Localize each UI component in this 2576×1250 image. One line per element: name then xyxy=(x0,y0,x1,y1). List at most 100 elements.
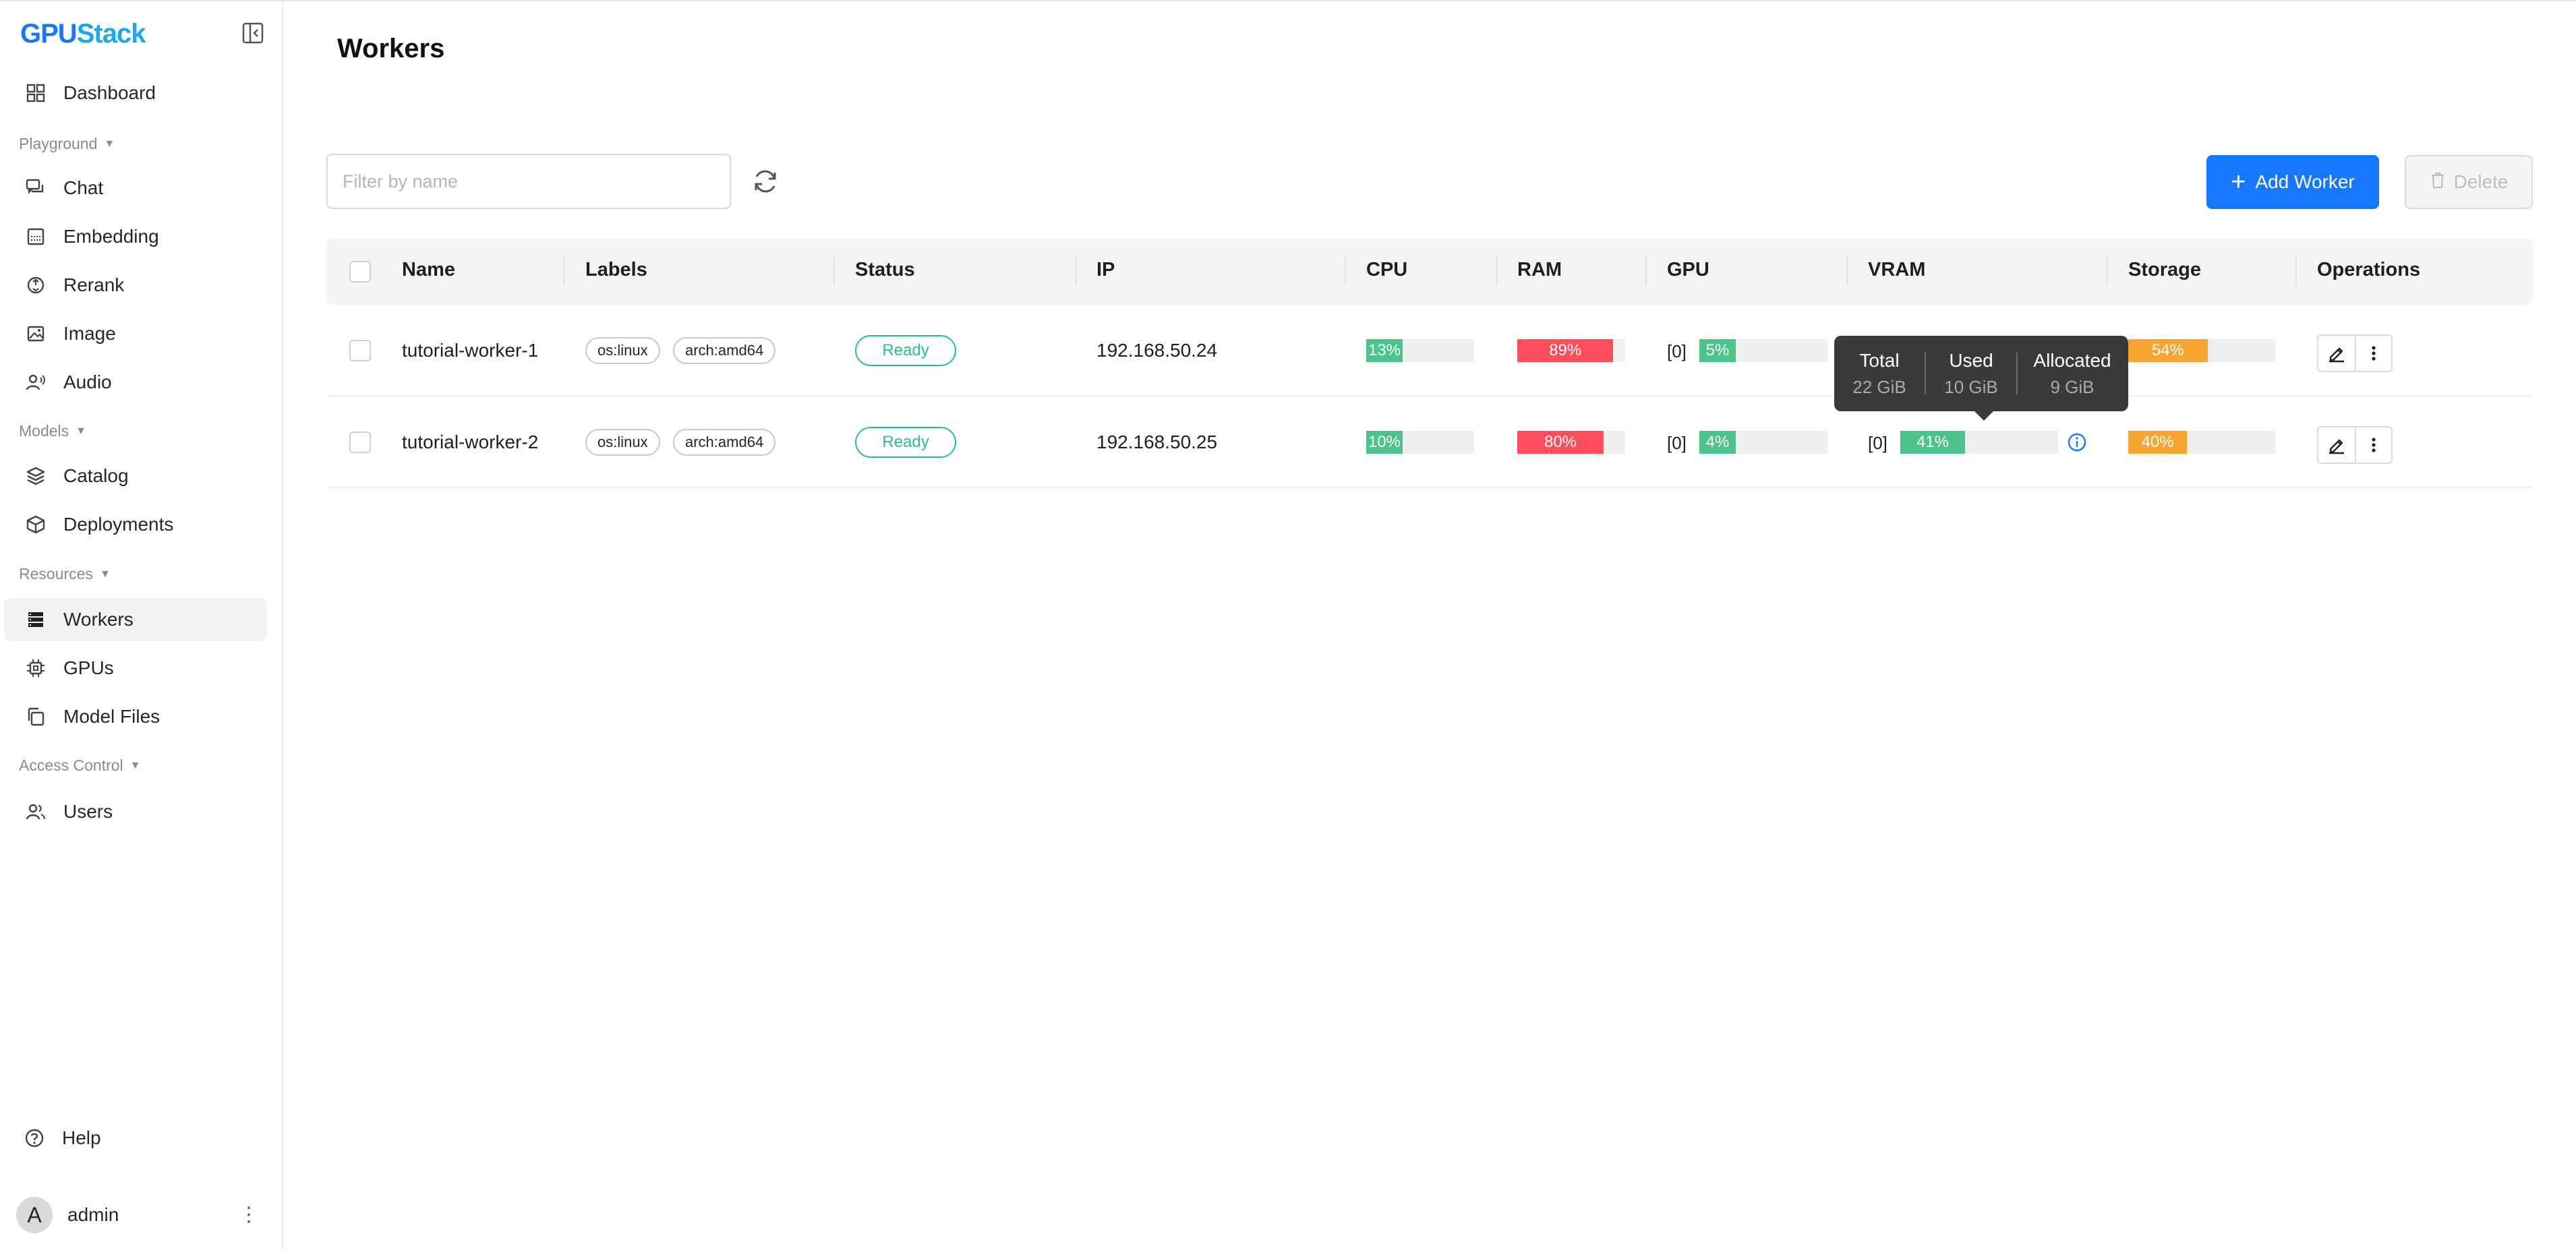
tooltip-arrow xyxy=(1973,410,1995,421)
plus-icon: + xyxy=(2231,168,2246,196)
ram-usage-bar: 80% xyxy=(1517,431,1625,454)
col-labels: Labels xyxy=(585,259,647,280)
gpu-usage-fill: 5% xyxy=(1699,339,1736,362)
column-divider xyxy=(1645,258,1647,286)
more-vertical-icon[interactable]: ⋮ xyxy=(239,1203,259,1226)
nav-group-playground[interactable]: Playground ▼ xyxy=(19,135,115,153)
tooltip-allocated: Allocated 9 GiB xyxy=(2033,349,2111,397)
ram-usage-bar: 89% xyxy=(1517,339,1625,362)
sidebar-item-label: Workers xyxy=(63,609,134,630)
vram-usage-bar[interactable]: 41% xyxy=(1900,431,2058,454)
ram-usage-fill: 89% xyxy=(1517,339,1614,362)
row-operations xyxy=(2317,334,2393,372)
refresh-icon[interactable] xyxy=(750,166,781,197)
info-circle-icon[interactable] xyxy=(2066,431,2088,453)
storage-usage-bar: 40% xyxy=(2128,431,2275,454)
sidebar-item-label: Embedding xyxy=(63,226,159,247)
sidebar-item-image[interactable]: Image xyxy=(4,312,267,355)
select-all-checkbox[interactable] xyxy=(349,261,371,282)
table-row[interactable]: tutorial-worker-1 os:linux arch:amd64 Re… xyxy=(326,305,2533,396)
sidebar-item-label: Dashboard xyxy=(63,82,156,103)
status-badge: Ready xyxy=(855,427,956,458)
sidebar-item-label: Deployments xyxy=(63,514,174,535)
user-name: admin xyxy=(67,1204,119,1225)
column-divider xyxy=(1075,258,1076,286)
col-name[interactable]: Name xyxy=(402,259,455,281)
trash-icon xyxy=(2430,171,2446,194)
column-divider xyxy=(2295,258,2297,286)
storage-usage-fill: 40% xyxy=(2128,431,2188,454)
help-link[interactable]: Help xyxy=(24,1127,101,1149)
table-header: Name Labels Status IP CPU RAM GPU VRAM S… xyxy=(326,239,2533,305)
delete-button[interactable]: Delete xyxy=(2405,155,2533,209)
cpu-usage-bar: 10% xyxy=(1366,431,1474,454)
cpu-usage-fill: 10% xyxy=(1366,431,1403,454)
gpu-index: [0] xyxy=(1667,341,1687,361)
vram-usage-fill: 41% xyxy=(1900,431,1965,454)
edit-icon[interactable] xyxy=(2318,427,2355,463)
filter-by-name-input[interactable] xyxy=(326,154,731,209)
sidebar-item-gpus[interactable]: GPUs xyxy=(4,647,267,690)
table-row[interactable]: tutorial-worker-2 os:linux arch:amd64 Re… xyxy=(326,396,2533,488)
edit-icon[interactable] xyxy=(2318,336,2355,371)
sidebar-item-catalog[interactable]: Catalog xyxy=(4,454,267,498)
sidebar-item-audio[interactable]: Audio xyxy=(4,361,267,404)
more-vertical-icon[interactable] xyxy=(2354,336,2391,371)
col-ram: RAM xyxy=(1517,259,1562,280)
col-ip: IP xyxy=(1096,259,1115,280)
col-storage: Storage xyxy=(2128,259,2201,280)
nav-group-models[interactable]: Models ▼ xyxy=(19,422,86,440)
question-circle-icon xyxy=(24,1128,45,1148)
sidebar-item-chat[interactable]: Chat xyxy=(4,167,267,210)
server-icon xyxy=(26,609,46,630)
sidebar: GPUStack Dashboard Playground ▼ Chat Embe… xyxy=(0,1,283,1250)
sidebar-item-deployments[interactable]: Deployments xyxy=(4,503,267,546)
sidebar-item-label: Audio xyxy=(63,371,112,392)
caret-down-icon: ▼ xyxy=(129,759,141,771)
sidebar-item-embedding[interactable]: Embedding xyxy=(4,215,267,258)
column-divider xyxy=(1345,258,1346,286)
col-status: Status xyxy=(855,259,915,280)
sidebar-item-model-files[interactable]: Model Files xyxy=(4,695,267,738)
user-menu[interactable]: A admin ⋮ xyxy=(16,1195,259,1235)
worker-name: tutorial-worker-1 xyxy=(402,340,539,361)
label-tag: os:linux xyxy=(585,337,660,364)
page-title: Workers xyxy=(337,34,445,63)
col-vram: VRAM xyxy=(1868,259,1926,280)
caret-down-icon: ▼ xyxy=(99,568,111,580)
avatar: A xyxy=(16,1197,53,1233)
col-cpu: CPU xyxy=(1366,259,1408,280)
gpu-usage-bar: 4% xyxy=(1699,431,1827,454)
status-badge: Ready xyxy=(855,335,956,366)
ram-usage-fill: 80% xyxy=(1517,431,1604,454)
collapse-sidebar-icon[interactable] xyxy=(241,22,264,44)
col-gpu: GPU xyxy=(1667,259,1709,280)
add-worker-button[interactable]: + Add Worker xyxy=(2206,155,2379,209)
storage-usage-fill: 54% xyxy=(2128,339,2208,362)
label-tag: arch:amd64 xyxy=(673,429,776,456)
sidebar-item-workers[interactable]: Workers xyxy=(4,598,267,641)
sidebar-item-users[interactable]: Users xyxy=(4,790,267,833)
ip-address: 192.168.50.25 xyxy=(1096,431,1218,452)
app-logo[interactable]: GPUStack xyxy=(20,19,146,49)
image-icon xyxy=(26,324,46,344)
more-vertical-icon[interactable] xyxy=(2354,427,2391,463)
audio-icon xyxy=(26,372,46,392)
tooltip-used: Used 10 GiB xyxy=(1944,349,1998,397)
col-operations: Operations xyxy=(2317,259,2421,280)
cube-icon xyxy=(26,514,46,535)
sidebar-item-label: Image xyxy=(63,323,116,344)
sidebar-item-rerank[interactable]: Rerank xyxy=(4,264,267,307)
row-checkbox[interactable] xyxy=(349,340,371,361)
caret-down-icon: ▼ xyxy=(104,138,115,150)
sidebar-item-label: Catalog xyxy=(63,465,129,486)
nav-group-resources[interactable]: Resources ▼ xyxy=(19,565,111,583)
column-divider xyxy=(1496,258,1497,286)
top-divider xyxy=(0,0,2576,1)
row-checkbox[interactable] xyxy=(349,431,371,453)
sidebar-item-dashboard[interactable]: Dashboard xyxy=(4,71,267,115)
label-tag: arch:amd64 xyxy=(673,337,776,364)
nav-group-access-control[interactable]: Access Control ▼ xyxy=(19,756,141,775)
vram-index: [0] xyxy=(1868,433,1887,453)
layers-icon xyxy=(26,466,46,486)
